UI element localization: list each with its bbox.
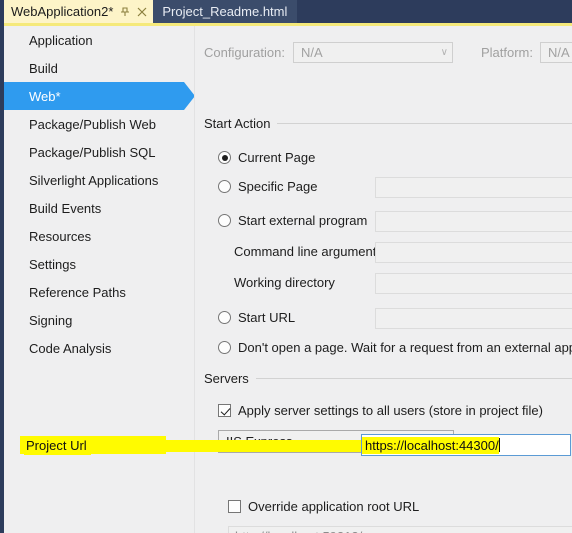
sidebar-item-signing[interactable]: Signing [4, 306, 190, 334]
project-url-label: Project Url [24, 437, 91, 455]
start-url-input[interactable] [375, 308, 572, 329]
radio-icon [218, 214, 231, 227]
sidebar-item-package-publish-sql[interactable]: Package/Publish SQL [4, 138, 190, 166]
sidebar-item-resources[interactable]: Resources [4, 222, 190, 250]
servers-group-header: Servers [204, 371, 572, 386]
radio-specific-page[interactable]: Specific Page [218, 179, 318, 194]
radio-dont-open-page[interactable]: Don't open a page. Wait for a request fr… [218, 340, 572, 355]
radio-icon [218, 180, 231, 193]
sidebar-item-label: Package/Publish SQL [29, 144, 156, 160]
command-line-arguments-input[interactable] [375, 242, 572, 263]
radio-label: Start external program [238, 213, 368, 228]
sidebar-item-application[interactable]: Application [4, 26, 190, 54]
sidebar-item-label: Package/Publish Web [29, 116, 156, 132]
working-directory-input[interactable] [375, 273, 572, 294]
radio-current-page[interactable]: Current Page [218, 150, 315, 165]
radio-label: Current Page [238, 150, 316, 165]
sidebar-item-package-publish-web[interactable]: Package/Publish Web [4, 110, 190, 138]
radio-label: Start URL [238, 310, 296, 325]
specific-page-input[interactable] [375, 177, 572, 198]
web-settings-pane: Configuration: N/A ∨ Platform: N/A Start… [194, 26, 572, 533]
sidebar-item-build-events[interactable]: Build Events [4, 194, 190, 222]
properties-category-list: Application Build Web* Package/Publish W… [4, 26, 195, 533]
platform-label: Platform: [480, 45, 533, 60]
checkbox-label: Override application root URL [248, 499, 420, 514]
radio-icon [218, 311, 231, 324]
override-root-url-input[interactable]: http://localhost:59212/ [228, 526, 572, 533]
sidebar-item-label: Application [29, 32, 93, 48]
tab-label: Project_Readme.html [162, 4, 288, 19]
sidebar-item-label: Web* [29, 88, 61, 104]
platform-dropdown[interactable]: N/A [539, 42, 572, 63]
radio-start-external-program[interactable]: Start external program [218, 213, 367, 228]
sidebar-item-label: Silverlight Applications [29, 172, 159, 188]
tab-bar-empty-area [297, 0, 572, 23]
working-directory-label: Working directory [234, 275, 335, 290]
sidebar-item-web[interactable]: Web* [4, 82, 195, 110]
override-root-url-value: http://localhost:59212/ [235, 529, 362, 533]
configuration-dropdown[interactable]: N/A ∨ [292, 42, 453, 63]
start-action-group-title: Start Action [204, 116, 271, 131]
radio-icon [218, 151, 231, 164]
radio-label: Specific Page [238, 179, 318, 194]
pin-icon[interactable] [120, 6, 130, 17]
sidebar-item-label: Settings [29, 256, 76, 272]
close-icon[interactable] [137, 7, 147, 17]
start-external-program-input[interactable] [375, 211, 572, 232]
sidebar-item-build[interactable]: Build [4, 54, 190, 82]
checkbox-label: Apply server settings to all users (stor… [238, 403, 543, 418]
checkbox-icon [218, 404, 231, 417]
sidebar-item-reference-paths[interactable]: Reference Paths [4, 278, 190, 306]
sidebar-item-label: Signing [29, 312, 73, 328]
platform-value: N/A [547, 45, 570, 60]
sidebar-item-code-analysis[interactable]: Code Analysis [4, 334, 190, 362]
visual-studio-project-properties-window: WebApplication2* Project_Readme.html App… [0, 0, 572, 533]
start-action-group-header: Start Action [204, 116, 572, 131]
sidebar-item-label: Code Analysis [29, 340, 112, 356]
project-url-value: https://localhost:44300/ [362, 436, 499, 454]
sidebar-item-label: Resources [29, 228, 92, 244]
checkbox-override-root-url[interactable]: Override application root URL [228, 499, 419, 514]
sidebar-item-settings[interactable]: Settings [4, 250, 190, 278]
checkbox-icon [228, 500, 241, 513]
group-divider [277, 123, 572, 124]
highlight-mark-project-url-gap [154, 440, 364, 452]
sidebar-item-label: Build Events [29, 200, 102, 216]
group-divider [255, 378, 572, 379]
sidebar-item-label: Build [29, 60, 58, 76]
project-url-input[interactable]: https://localhost:44300/ [361, 434, 571, 456]
sidebar-item-label: Reference Paths [29, 284, 126, 300]
document-tab-bar: WebApplication2* Project_Readme.html [4, 0, 572, 23]
tab-project-readme[interactable]: Project_Readme.html [153, 0, 298, 23]
tab-label: WebApplication2* [11, 4, 114, 19]
checkbox-apply-server-settings[interactable]: Apply server settings to all users (stor… [218, 403, 543, 418]
configuration-row: Configuration: N/A ∨ Platform: N/A [204, 42, 572, 63]
command-line-arguments-label: Command line arguments [234, 244, 383, 259]
configuration-value: N/A [300, 45, 323, 60]
configuration-label: Configuration: [204, 45, 285, 60]
radio-label: Don't open a page. Wait for a request fr… [238, 340, 572, 355]
text-caret [498, 438, 500, 452]
radio-start-url[interactable]: Start URL [218, 310, 295, 325]
sidebar-item-silverlight-applications[interactable]: Silverlight Applications [4, 166, 190, 194]
chevron-down-icon: ∨ [440, 47, 448, 58]
servers-group-title: Servers [204, 371, 249, 386]
tab-webapplication2[interactable]: WebApplication2* [4, 0, 154, 23]
radio-icon [218, 341, 231, 354]
